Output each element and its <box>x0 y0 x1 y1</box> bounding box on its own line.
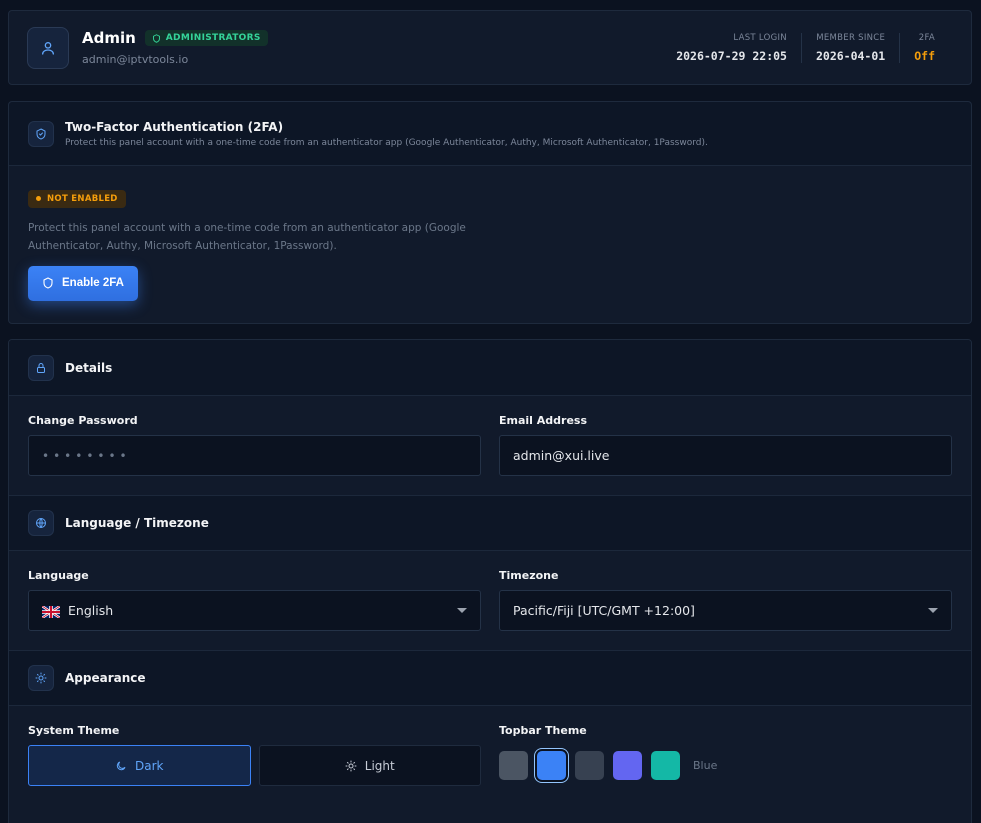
timezone-value: Pacific/Fiji [UTC/GMT +12:00] <box>513 603 695 618</box>
profile-name: Admin <box>82 29 136 47</box>
sun-icon <box>28 665 54 691</box>
email-input[interactable]: admin@xui.live <box>499 435 952 476</box>
swatch-teal[interactable] <box>651 751 680 780</box>
moon-icon <box>116 761 126 770</box>
locale-fields: Language English Timezone Pacific/Fiji [… <box>9 551 971 650</box>
uk-flag-icon <box>42 605 60 618</box>
role-badge: ADMINISTRATORS <box>144 30 268 46</box>
password-field-group: Change Password •••••••• <box>28 414 481 476</box>
profile-card: Admin ADMINISTRATORS admin@iptvtools.io … <box>8 10 972 85</box>
details-title: Details <box>65 360 113 375</box>
stat-value: Off <box>914 48 935 63</box>
topbar-theme-label: Topbar Theme <box>499 724 587 737</box>
shield-icon <box>43 277 53 289</box>
topbar-theme-group: Topbar Theme Blue <box>499 724 952 786</box>
sun-icon <box>345 760 357 771</box>
profile-email: admin@iptvtools.io <box>82 53 189 66</box>
enable-2fa-label: Enable 2FA <box>62 277 124 289</box>
swatch-slate[interactable] <box>575 751 604 780</box>
stat-label: 2FA <box>918 32 935 43</box>
status-dot-icon <box>36 196 41 201</box>
chevron-down-icon <box>928 608 938 613</box>
stat-2fa: 2FA Off <box>899 32 953 63</box>
two-factor-title: Two-Factor Authentication (2FA) <box>65 119 284 134</box>
profile-stats: LAST LOGIN 2026-07-29 22:05 MEMBER SINCE… <box>662 32 953 63</box>
swatch-gray[interactable] <box>499 751 528 780</box>
language-field-group: Language English <box>28 569 481 631</box>
two-factor-body: NOT ENABLED Protect this panel account w… <box>9 166 971 321</box>
appearance-fields: System Theme Dark Light Topbar Theme Blu… <box>9 706 971 805</box>
user-avatar-icon <box>27 26 69 69</box>
details-header: Details <box>9 340 971 396</box>
shield-check-icon <box>152 33 160 43</box>
light-theme-label: Light <box>364 758 395 773</box>
status-badge-label: NOT ENABLED <box>47 193 118 204</box>
swatch-blue[interactable] <box>537 751 566 780</box>
selected-swatch-label: Blue <box>693 759 718 772</box>
stat-last-login: LAST LOGIN 2026-07-29 22:05 <box>662 33 801 63</box>
timezone-select[interactable]: Pacific/Fiji [UTC/GMT +12:00] <box>499 590 952 631</box>
dark-theme-label: Dark <box>135 758 164 773</box>
system-theme-group: System Theme Dark Light <box>28 724 481 786</box>
locale-header: Language / Timezone <box>9 495 971 551</box>
language-select[interactable]: English <box>28 590 481 631</box>
stat-value: 2026-04-01 <box>815 48 886 63</box>
topbar-swatches: Blue <box>499 745 952 786</box>
stat-value: 2026-07-29 22:05 <box>676 48 787 63</box>
profile-info: Admin ADMINISTRATORS admin@iptvtools.io <box>82 29 268 66</box>
language-value: English <box>68 603 114 618</box>
password-label: Change Password <box>28 414 138 427</box>
locale-title: Language / Timezone <box>65 516 209 530</box>
details-card: Details Change Password •••••••• Email A… <box>8 339 972 823</box>
password-input[interactable]: •••••••• <box>28 435 481 476</box>
shield-check-icon <box>28 120 54 147</box>
chevron-down-icon <box>457 608 467 613</box>
globe-icon <box>28 510 54 536</box>
dark-theme-button[interactable]: Dark <box>28 745 251 786</box>
swatch-indigo[interactable] <box>613 751 642 780</box>
timezone-label: Timezone <box>499 569 559 582</box>
language-selected: English <box>42 603 113 618</box>
stat-label: MEMBER SINCE <box>816 32 886 43</box>
email-label: Email Address <box>499 414 588 427</box>
details-fields: Change Password •••••••• Email Address a… <box>9 396 971 495</box>
two-factor-header: Two-Factor Authentication (2FA) Protect … <box>9 102 971 166</box>
appearance-title: Appearance <box>65 671 146 685</box>
email-field-group: Email Address admin@xui.live <box>499 414 952 476</box>
two-factor-card: Two-Factor Authentication (2FA) Protect … <box>8 101 972 324</box>
timezone-field-group: Timezone Pacific/Fiji [UTC/GMT +12:00] <box>499 569 952 631</box>
status-badge: NOT ENABLED <box>28 189 126 208</box>
enable-2fa-button[interactable]: Enable 2FA <box>28 265 138 301</box>
stat-member-since: MEMBER SINCE 2026-04-01 <box>800 32 899 63</box>
system-theme-label: System Theme <box>28 724 120 737</box>
appearance-header: Appearance <box>9 650 971 706</box>
two-factor-body-text: Protect this panel account with a one-ti… <box>28 221 466 252</box>
language-label: Language <box>28 569 89 582</box>
light-theme-button[interactable]: Light <box>258 745 481 786</box>
role-badge-label: ADMINISTRATORS <box>165 33 261 43</box>
stat-label: LAST LOGIN <box>733 32 787 43</box>
lock-icon <box>28 354 54 381</box>
two-factor-description: Protect this panel account with a one-ti… <box>65 137 708 148</box>
